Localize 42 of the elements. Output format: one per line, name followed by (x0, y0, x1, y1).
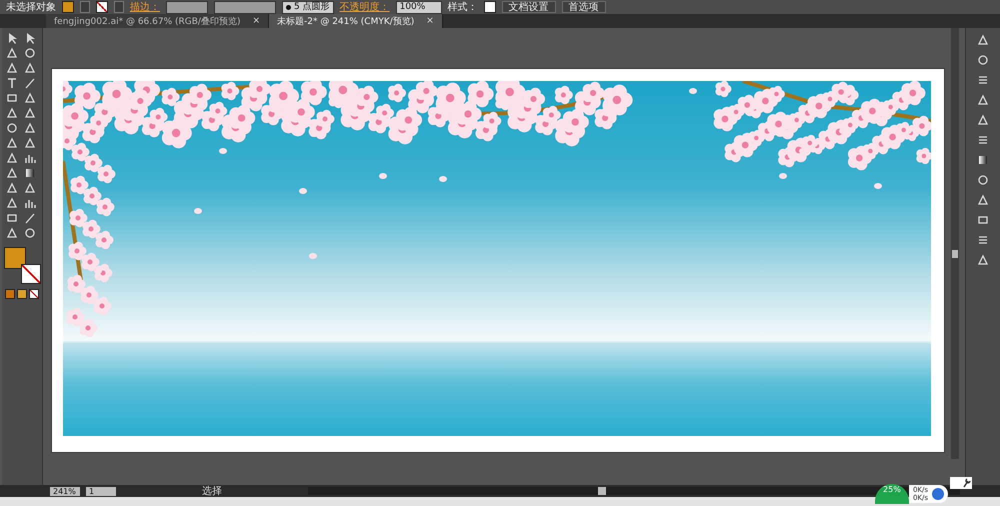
toolbar-button[interactable]: 首选项 (562, 1, 606, 13)
stroke-label[interactable]: 描边： (130, 0, 160, 14)
fill-color-swatch[interactable] (4, 247, 26, 269)
plus-icon[interactable] (932, 488, 944, 500)
chart-icon[interactable] (24, 197, 36, 209)
text-icon[interactable] (6, 77, 18, 89)
document-tab[interactable]: 未标题-2* @ 241% (CMYK/预览) × (269, 14, 443, 28)
gradient-mode-button[interactable] (17, 289, 27, 299)
line-icon[interactable] (24, 77, 36, 89)
circle-icon[interactable] (977, 174, 989, 186)
fill-swatch[interactable] (62, 1, 74, 13)
rectangle-icon[interactable] (6, 92, 18, 104)
selection-status: 未选择对象 (6, 0, 56, 14)
wrench-icon[interactable] (950, 477, 972, 489)
arrow-icon[interactable] (6, 32, 18, 44)
vertical-scrollbar[interactable] (951, 28, 959, 459)
stroke-swatch[interactable] (96, 1, 108, 13)
horizontal-scrollbar[interactable] (308, 487, 960, 495)
close-icon[interactable]: × (252, 16, 260, 26)
stroke-color-swatch[interactable] (21, 264, 41, 284)
document-tab[interactable]: fengjing002.ai* @ 66.67% (RGB/叠印预览) × (46, 14, 269, 28)
toolbar-button[interactable]: 文档设置 (502, 1, 556, 13)
zoom-field[interactable]: 241% (50, 486, 80, 496)
arrow-icon[interactable] (24, 32, 36, 44)
gradient-icon[interactable] (977, 154, 989, 166)
square-icon[interactable] (977, 214, 989, 226)
opacity-field[interactable]: 100% (396, 0, 442, 14)
style-swatch[interactable] (484, 1, 496, 13)
artboard-field[interactable]: 1 (86, 486, 116, 496)
close-icon[interactable]: × (426, 16, 434, 26)
style-label: 样式： (448, 0, 478, 14)
brush-dropdown[interactable]: 5 点圆形 (282, 0, 334, 14)
variable-width-field[interactable] (214, 0, 276, 14)
stroke-weight-field[interactable] (166, 0, 208, 14)
none-mode-button[interactable] (29, 289, 39, 299)
color-mode-button[interactable] (5, 289, 15, 299)
opacity-label[interactable]: 不透明度： (340, 0, 390, 14)
current-tool-label: 选择 (201, 484, 223, 498)
dot-icon (286, 4, 291, 10)
gradient-icon[interactable] (24, 167, 36, 179)
lines-icon[interactable] (977, 134, 989, 146)
chart-icon[interactable] (24, 152, 36, 164)
